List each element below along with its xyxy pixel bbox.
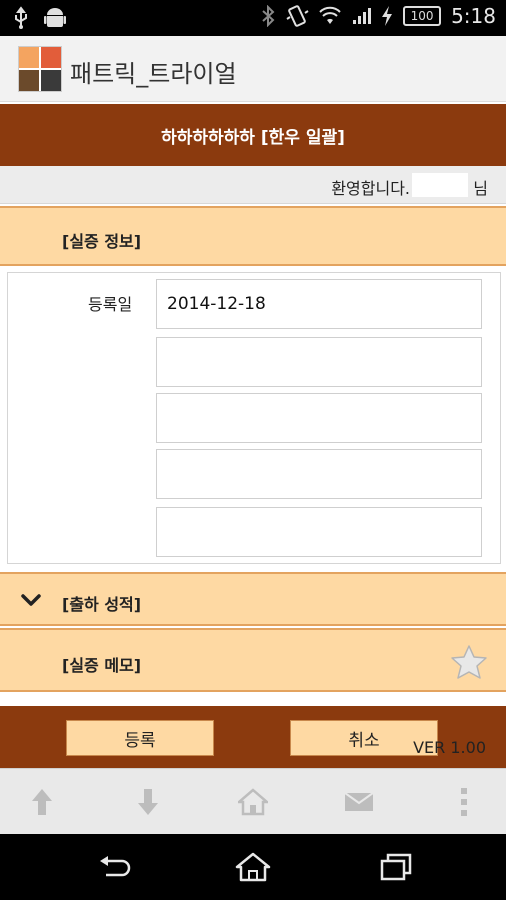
info-form: 등록일 2014-12-18 [7,272,501,564]
section-info[interactable]: [실증 정보] [0,206,506,266]
system-navbar [0,834,506,900]
form-field-5[interactable] [156,507,482,557]
signal-icon [351,6,372,26]
welcome-row: 환영합니다. 님 [0,166,506,204]
chevron-down-icon[interactable] [20,592,42,612]
home-icon[interactable] [233,785,273,819]
wifi-icon [319,6,341,26]
registration-date-label: 등록일 [88,295,133,314]
form-field-2[interactable] [156,337,482,387]
app-title: 패트릭_트라이얼 [70,60,237,88]
charging-icon [381,6,393,26]
vibrate-icon [285,5,309,27]
android-icon [44,6,66,30]
section-info-label: [실증 정보] [62,232,142,251]
overflow-menu-icon[interactable] [444,785,484,819]
section-shipping[interactable]: [출하 성적] [0,572,506,626]
section-memo[interactable]: [실증 메모] [0,628,506,692]
app-icon[interactable] [18,46,62,92]
form-field-4[interactable] [156,449,482,499]
section-shipping-label: [출하 성적] [62,595,142,614]
register-button[interactable]: 등록 [66,720,214,756]
welcome-suffix: 님 [473,179,488,198]
usb-icon [12,6,30,30]
action-bar: 패트릭_트라이얼 [0,36,506,102]
page-title: 하하하하하하 [한우 일괄] [161,127,345,148]
bluetooth-icon [261,5,275,27]
recent-apps-icon[interactable] [376,850,416,884]
registration-date-field[interactable]: 2014-12-18 [156,279,482,329]
welcome-text: 환영합니다. [331,179,410,198]
status-time: 5:18 [451,4,496,28]
version-label: VER 1.00 [413,738,486,757]
upload-icon[interactable] [22,785,62,819]
mail-icon[interactable] [339,785,379,819]
back-icon[interactable] [94,850,134,884]
page-header: 하하하하하하 [한우 일괄] [0,104,506,166]
section-memo-label: [실증 메모] [62,656,142,675]
star-icon[interactable] [450,644,488,684]
welcome-user-name [412,173,468,197]
bottom-toolbar [0,768,506,834]
action-band: 등록 취소 VER 1.00 [0,702,506,768]
home-icon[interactable] [233,850,273,884]
form-field-3[interactable] [156,393,482,443]
status-bar: 100 5:18 [0,0,506,36]
download-icon[interactable] [128,785,168,819]
battery-indicator: 100 [403,6,442,26]
